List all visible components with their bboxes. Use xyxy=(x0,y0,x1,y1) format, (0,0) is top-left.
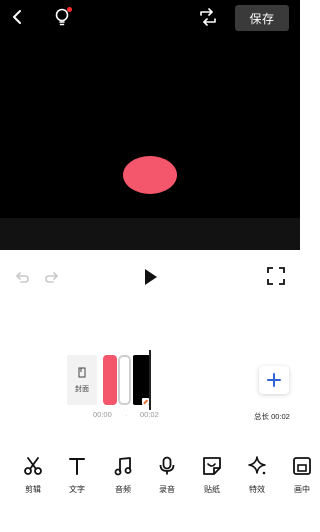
sparkle-icon xyxy=(248,456,266,475)
tool-label: 剪辑 xyxy=(25,485,41,494)
time-separator: · xyxy=(125,410,128,419)
add-clip-button[interactable] xyxy=(259,366,289,394)
tips-button[interactable] xyxy=(51,6,73,28)
edit-badge-icon xyxy=(142,398,149,405)
bottom-toolbar: 剪辑 文字 音频 录音 贴纸 特效 画中 xyxy=(0,452,311,532)
tool-cut[interactable]: 剪辑 xyxy=(11,452,55,495)
undo-icon xyxy=(16,272,29,283)
notification-dot xyxy=(67,7,72,12)
timeline-clip[interactable] xyxy=(103,355,117,405)
tool-label: 录音 xyxy=(159,485,175,494)
play-icon xyxy=(145,269,157,285)
tool-picture-in-picture[interactable]: 画中 xyxy=(280,452,320,495)
canvas-bottom-band xyxy=(0,218,300,250)
scissors-icon xyxy=(24,457,42,475)
time-start: 00:00 xyxy=(93,410,112,419)
transition-handle[interactable] xyxy=(118,355,131,405)
tool-text[interactable]: 文字 xyxy=(55,452,99,495)
canvas-shape[interactable] xyxy=(123,156,177,194)
undo-button[interactable] xyxy=(12,268,30,286)
plus-icon xyxy=(267,373,281,387)
tool-effects[interactable]: 特效 xyxy=(235,452,279,495)
tool-label: 贴纸 xyxy=(204,485,220,494)
tool-label: 特效 xyxy=(249,485,265,494)
redo-icon xyxy=(45,272,58,283)
music-note-icon xyxy=(114,457,132,476)
swap-icon xyxy=(200,8,216,26)
tool-label: 画中 xyxy=(294,485,310,494)
redo-button[interactable] xyxy=(44,268,62,286)
time-end: 00:02 xyxy=(140,410,159,419)
cover-label: 封面 xyxy=(75,385,89,393)
tool-audio[interactable]: 音频 xyxy=(101,452,145,495)
tool-sticker[interactable]: 贴纸 xyxy=(190,452,234,495)
microphone-icon xyxy=(159,456,175,475)
fullscreen-button[interactable] xyxy=(267,267,285,285)
cover-icon xyxy=(78,367,86,377)
fullscreen-icon xyxy=(267,267,285,285)
playhead[interactable] xyxy=(149,350,151,410)
chevron-left-icon xyxy=(13,10,21,24)
tool-label: 音频 xyxy=(115,485,131,494)
back-button[interactable] xyxy=(6,6,28,28)
tool-record[interactable]: 录音 xyxy=(145,452,189,495)
switch-button[interactable] xyxy=(196,6,220,28)
picture-in-picture-icon xyxy=(293,457,311,475)
sticker-icon xyxy=(203,457,221,475)
cover-button[interactable]: 封面 xyxy=(67,355,97,405)
play-button[interactable] xyxy=(141,266,161,288)
save-button[interactable]: 保存 xyxy=(235,5,289,31)
text-icon xyxy=(69,458,85,475)
top-bar: 保存 xyxy=(0,0,300,36)
total-duration: 总长 00:02 xyxy=(254,412,290,421)
tool-label: 文字 xyxy=(69,485,85,494)
